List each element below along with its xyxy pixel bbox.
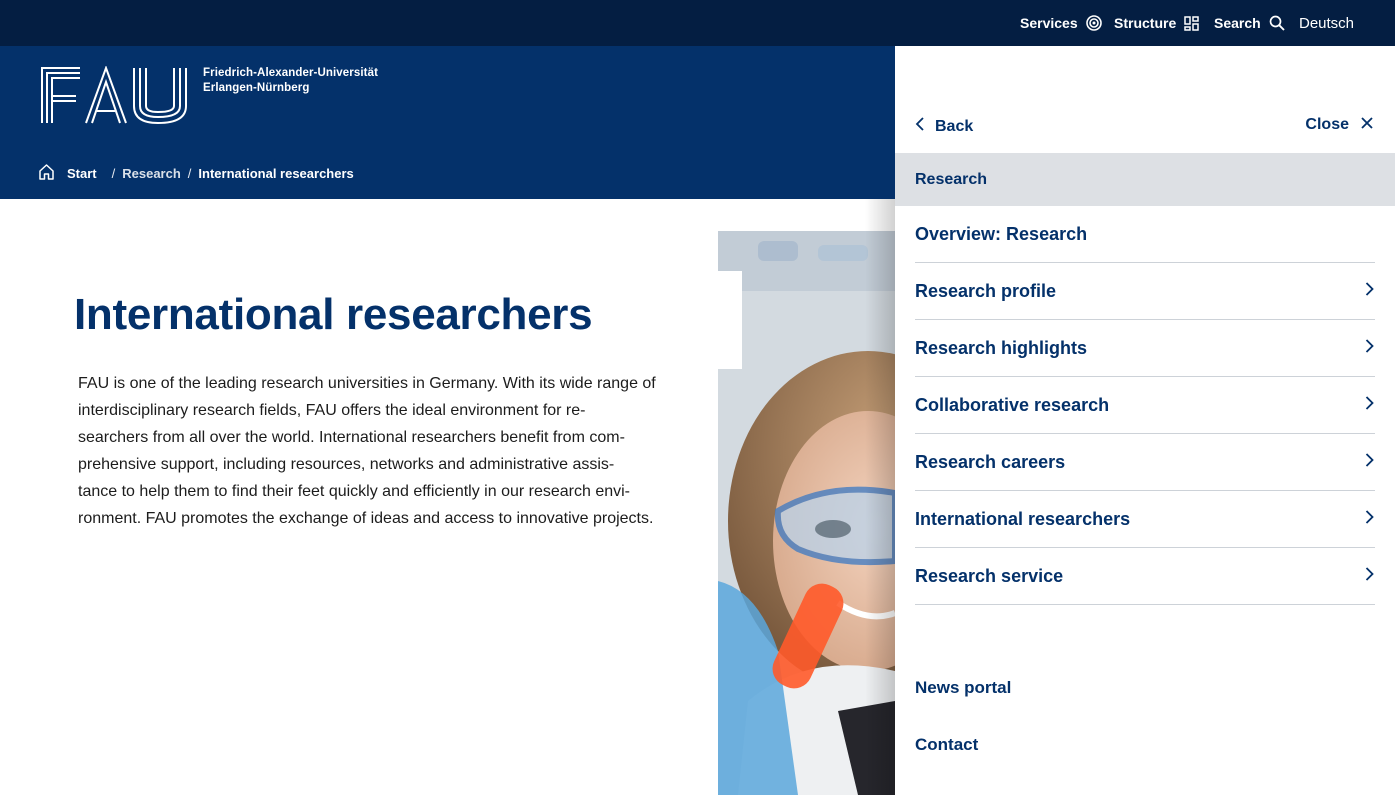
university-name-line2: Erlangen-Nürnberg — [203, 82, 310, 94]
structure-button[interactable]: Structure — [1114, 0, 1199, 46]
nav-panel: Back Close Research Overview: Research R… — [895, 46, 1395, 795]
intro-paragraph: FAU is one of the leading research unive… — [78, 370, 690, 532]
back-button[interactable]: Back — [915, 116, 973, 137]
chevron-right-icon — [1365, 395, 1374, 416]
page-title: International researchers — [74, 290, 593, 339]
chevron-right-icon — [1365, 452, 1374, 473]
nav-item-overview-research[interactable]: Overview: Research — [915, 206, 1375, 263]
nav-item-label: Research profile — [915, 280, 1057, 301]
nav-item-label: International researchers — [915, 508, 1131, 529]
breadcrumb-current: International researchers — [198, 165, 354, 181]
news-portal-link[interactable]: News portal — [915, 678, 1011, 698]
university-name-line1: Friedrich-Alexander-Universität — [203, 67, 379, 79]
language-label: Deutsch — [1299, 14, 1355, 32]
nav-item-research-profile[interactable]: Research profile — [915, 263, 1375, 320]
chevron-left-icon — [915, 116, 925, 137]
target-icon — [1085, 15, 1102, 31]
breadcrumb-research[interactable]: Research — [122, 166, 181, 181]
intro-line: prehensive support, including resources,… — [78, 456, 615, 473]
nav-item-label: Research careers — [915, 451, 1066, 472]
university-name: Friedrich-Alexander-Universität Erlangen… — [203, 66, 378, 96]
nav-panel-list: Overview: Research Research profile Rese… — [915, 206, 1375, 605]
utility-bar: Services Structure Search Deutsch — [0, 0, 1395, 46]
breadcrumb-home[interactable]: Start — [38, 163, 97, 183]
breadcrumb-home-label: Start — [67, 165, 97, 181]
hero-notch — [718, 271, 742, 369]
services-label: Services — [1020, 15, 1078, 31]
breadcrumb-separator: / — [111, 165, 116, 181]
chevron-right-icon — [1365, 338, 1374, 359]
chevron-right-icon — [1365, 566, 1374, 587]
intro-line: searchers from all over the world. Inter… — [78, 429, 625, 446]
home-icon — [38, 163, 55, 183]
close-button[interactable]: Close — [1305, 116, 1373, 134]
site-header: Friedrich-Alexander-Universität Erlangen… — [0, 46, 895, 199]
nav-item-international-researchers[interactable]: International researchers — [915, 491, 1375, 548]
intro-line: interdisciplinary research fields, FAU o… — [78, 402, 586, 419]
grid-icon — [1184, 15, 1199, 31]
intro-line: ronment. FAU promotes the exchange of id… — [78, 510, 654, 527]
nav-item-label: Research service — [915, 565, 1064, 586]
chevron-right-icon — [1365, 281, 1374, 302]
intro-line: FAU is one of the leading research unive… — [78, 375, 656, 392]
nav-section-label: Research — [915, 170, 988, 188]
overlay-shadow — [865, 199, 895, 795]
nav-item-research-service[interactable]: Research service — [915, 548, 1375, 605]
fau-logo-mark — [41, 66, 187, 124]
search-icon — [1269, 15, 1285, 31]
back-label: Back — [935, 117, 974, 135]
close-icon — [1361, 116, 1373, 134]
language-switch[interactable]: Deutsch — [1299, 0, 1354, 46]
nav-item-research-careers[interactable]: Research careers — [915, 434, 1375, 491]
fau-logo[interactable]: Friedrich-Alexander-Universität Erlangen… — [40, 66, 378, 124]
nav-section-header: Research — [895, 153, 1395, 206]
search-button[interactable]: Search — [1214, 0, 1285, 46]
chevron-right-icon — [1365, 509, 1374, 530]
structure-label: Structure — [1114, 15, 1177, 31]
contact-link[interactable]: Contact — [915, 735, 978, 755]
breadcrumb-separator: / — [187, 165, 192, 181]
nav-item-label: Overview: Research — [915, 223, 1088, 244]
search-label: Search — [1214, 15, 1261, 31]
nav-item-label: Research highlights — [915, 337, 1088, 358]
close-label: Close — [1305, 116, 1349, 133]
intro-line: tance to help them to find their feet qu… — [78, 483, 631, 500]
services-button[interactable]: Services — [1020, 0, 1102, 46]
nav-item-label: Collaborative research — [915, 394, 1110, 415]
breadcrumb: Start / Research / International researc… — [38, 163, 354, 183]
nav-item-collaborative-research[interactable]: Collaborative research — [915, 377, 1375, 434]
nav-item-research-highlights[interactable]: Research highlights — [915, 320, 1375, 377]
